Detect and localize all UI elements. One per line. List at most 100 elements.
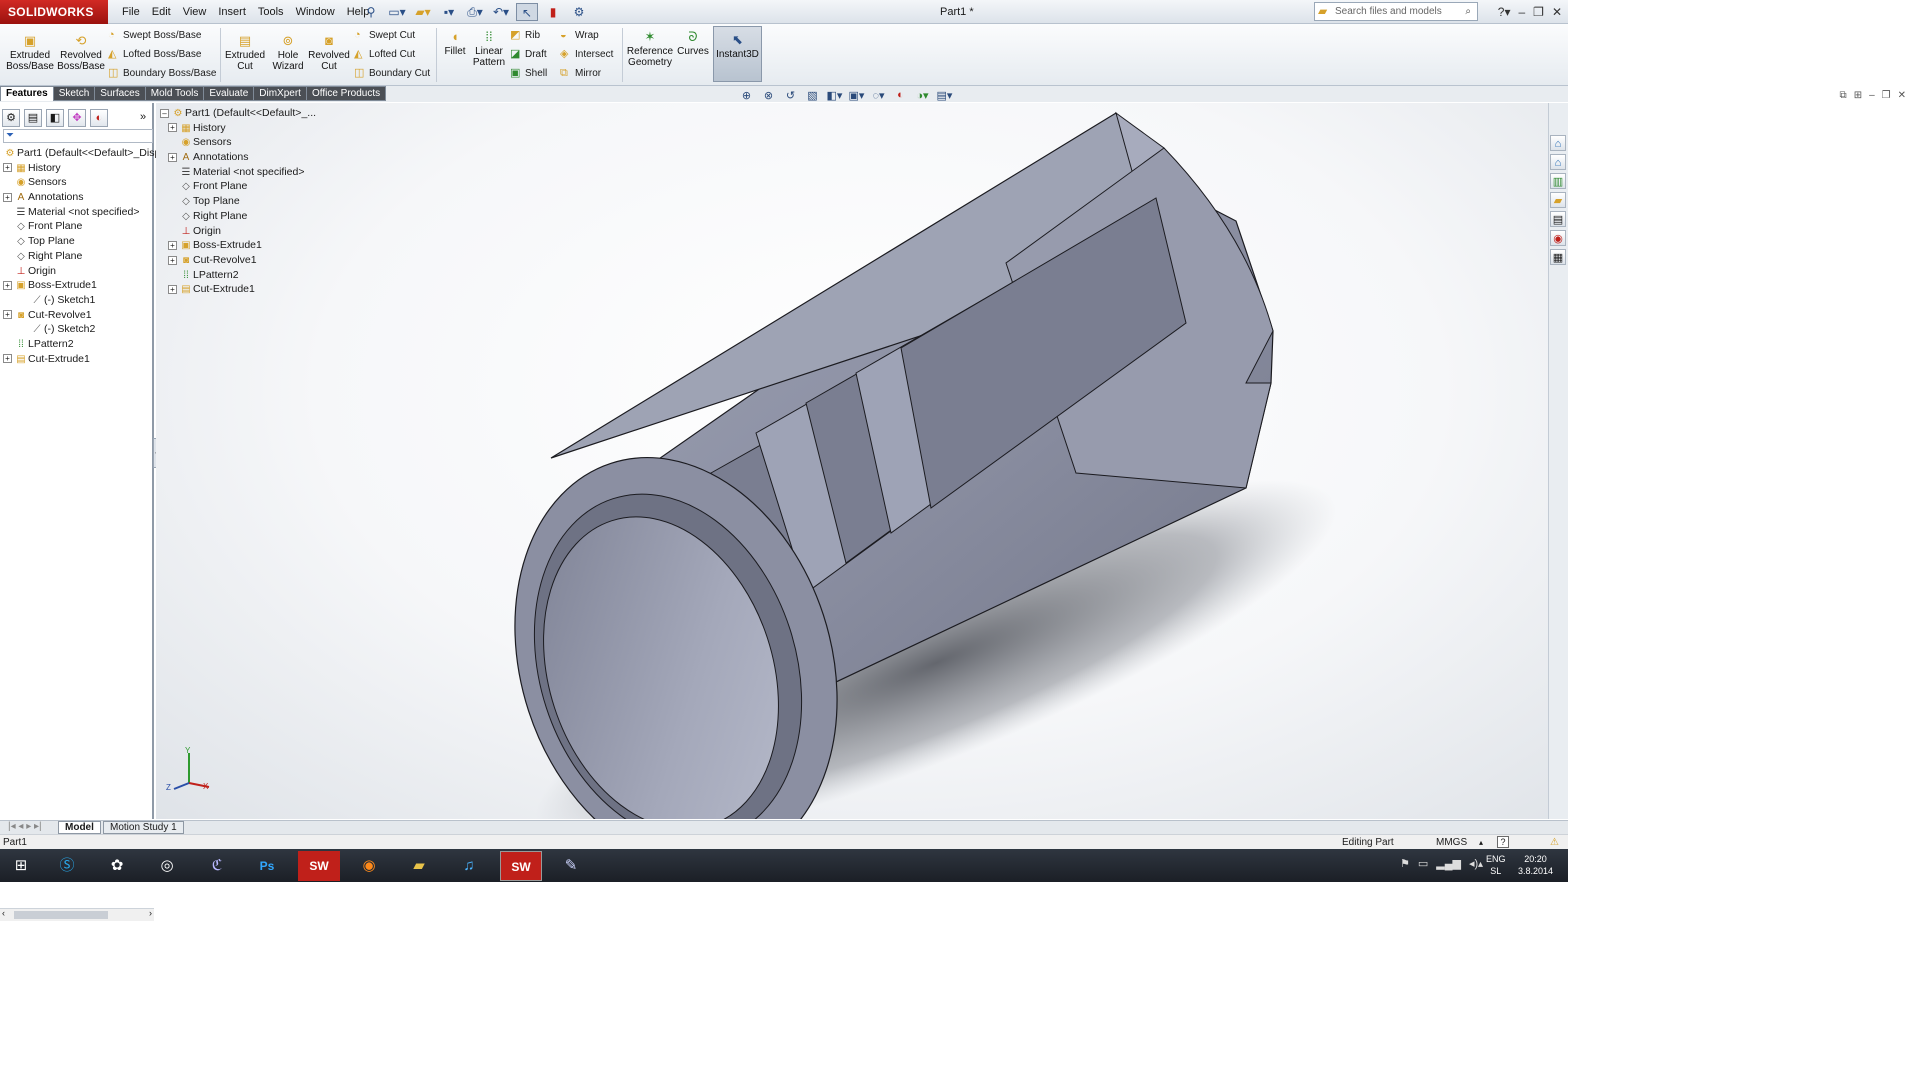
expand-icon[interactable]: +	[168, 284, 177, 294]
expand-icon[interactable]: +	[168, 123, 177, 133]
tab-motion-study[interactable]: Motion Study 1	[103, 821, 184, 834]
zoom-to-fit-icon[interactable]: ⊕	[738, 89, 755, 102]
fillet-button[interactable]: ◖ Fillet	[440, 28, 470, 58]
photoshop-icon[interactable]: Ps	[246, 851, 288, 881]
tab-surfaces[interactable]: Surfaces	[95, 86, 146, 101]
steam-icon[interactable]: ◎	[146, 851, 188, 881]
solidworks-active-taskbar-icon[interactable]: SW	[500, 851, 542, 881]
tree-item[interactable]: ◇ Front Plane	[3, 219, 160, 234]
expand-icon[interactable]: +	[168, 255, 177, 265]
boundary-boss-button[interactable]: ◫ Boundary Boss/Base	[108, 66, 216, 81]
flyout-tree-item[interactable]: ⁞⁞ LPattern2	[160, 268, 316, 283]
tree-item[interactable]: ◉ Sensors	[3, 175, 160, 190]
volume-icon[interactable]: ◂)	[1469, 857, 1478, 870]
dimxpert-manager-tab-icon[interactable]: ✥	[68, 109, 86, 127]
viewport-restore-icon[interactable]: ❐	[1882, 90, 1891, 101]
tree-item[interactable]: ⟋ (-) Sketch1	[3, 293, 160, 308]
options-icon[interactable]: ⚙	[568, 3, 590, 21]
select-icon[interactable]: ↖	[516, 3, 538, 21]
revolved-cut-button[interactable]: ◙ Revolved Cut	[308, 32, 350, 73]
menu-insert[interactable]: Insert	[212, 0, 252, 24]
help-status-icon[interactable]: ?	[1497, 836, 1509, 848]
restore-icon[interactable]: ❐	[1533, 0, 1544, 24]
scroll-left-icon[interactable]: ‹	[2, 908, 5, 918]
viewport-minimize-icon[interactable]: –	[1869, 90, 1875, 101]
tab-features[interactable]: Features	[0, 86, 54, 101]
tab-evaluate[interactable]: Evaluate	[204, 86, 255, 101]
expand-icon[interactable]: +	[3, 192, 12, 202]
flyout-tree-item[interactable]: + ▣ Boss-Extrude1	[160, 238, 316, 253]
tree-item[interactable]: + ◙ Cut-Revolve1	[3, 308, 160, 323]
mirror-button[interactable]: ⧉ Mirror	[560, 66, 601, 81]
menu-file[interactable]: File	[116, 0, 146, 24]
close-icon[interactable]: ✕	[1552, 0, 1562, 24]
flyout-tree-item[interactable]: ◉ Sensors	[160, 135, 316, 150]
collapse-icon[interactable]: –	[160, 108, 169, 118]
skype-icon[interactable]: Ⓢ	[46, 851, 88, 881]
lofted-boss-button[interactable]: ◭ Lofted Boss/Base	[108, 47, 201, 62]
home-icon[interactable]: ⌂	[1550, 154, 1566, 170]
flyout-tree-item[interactable]: ☰ Material <not specified>	[160, 165, 316, 180]
flyout-tree-item[interactable]: ⊥ Origin	[160, 224, 316, 239]
view-palette-icon[interactable]: ▤	[1550, 211, 1566, 227]
configuration-manager-tab-icon[interactable]: ◧	[46, 109, 64, 127]
view-orientation-icon[interactable]: ◧▾	[826, 89, 843, 102]
menu-tools[interactable]: Tools	[252, 0, 290, 24]
language-indicator[interactable]: ENG SL	[1486, 853, 1506, 877]
resources-icon[interactable]: ⌂	[1550, 135, 1566, 151]
new-icon[interactable]: ▭▾	[386, 3, 408, 21]
swept-boss-button[interactable]: ◔ Swept Boss/Base	[108, 28, 201, 43]
tab-model[interactable]: Model	[58, 821, 101, 834]
windows-start-icon[interactable]: ⊞	[0, 851, 42, 881]
tree-item[interactable]: + ▤ Cut-Extrude1	[3, 352, 160, 367]
tree-item[interactable]: ⊥ Origin	[3, 264, 160, 279]
previous-view-icon[interactable]: ↺	[782, 89, 799, 102]
section-view-icon[interactable]: ▧	[804, 89, 821, 102]
boundary-cut-button[interactable]: ◫ Boundary Cut	[354, 66, 430, 81]
menu-edit[interactable]: Edit	[146, 0, 177, 24]
tree-item[interactable]: ☰ Material <not specified>	[3, 205, 160, 220]
scroll-right-icon[interactable]: ›	[149, 908, 152, 918]
units-dropdown-icon[interactable]: ▴	[1479, 835, 1483, 850]
file-explorer-taskbar-icon[interactable]: ▰	[398, 851, 440, 881]
expand-icon[interactable]: +	[3, 310, 12, 320]
tree-root[interactable]: ⚙ Part1 (Default<<Default>_Disp	[3, 146, 161, 161]
custom-properties-icon[interactable]: ▦	[1550, 249, 1566, 265]
itunes-icon[interactable]: ♫	[448, 851, 490, 881]
swept-cut-button[interactable]: ◔ Swept Cut	[354, 28, 415, 43]
rib-button[interactable]: ◩ Rib	[510, 28, 540, 43]
tree-item[interactable]: ⁞⁞ LPattern2	[3, 337, 160, 352]
status-units[interactable]: MMGS	[1436, 835, 1467, 850]
flyout-tree-item[interactable]: + ▦ History	[160, 121, 316, 136]
menu-view[interactable]: View	[177, 0, 213, 24]
expand-panel-icon[interactable]: »	[134, 109, 152, 127]
edit-appearance-icon[interactable]: ◐	[892, 89, 909, 102]
minimize-icon[interactable]: –	[1518, 0, 1525, 24]
undo-icon[interactable]: ↶▾	[490, 3, 512, 21]
solidworks-logo[interactable]: SOLIDWORKS	[0, 0, 108, 24]
search-icon[interactable]: ⌕	[1465, 3, 1471, 20]
app-icon[interactable]: ✿	[96, 851, 138, 881]
open-icon[interactable]: ▰▾	[412, 3, 434, 21]
draft-button[interactable]: ◪ Draft	[510, 47, 547, 62]
revolved-boss-button[interactable]: ⟲ Revolved Boss/Base	[56, 32, 106, 73]
print-icon[interactable]: ⎙▾	[464, 3, 486, 21]
file-explorer-icon[interactable]: ▰	[1550, 192, 1566, 208]
tree-item[interactable]: + A Annotations	[3, 190, 160, 205]
flyout-tree-item[interactable]: + A Annotations	[160, 150, 316, 165]
property-manager-tab-icon[interactable]: ▤	[24, 109, 42, 127]
expand-icon[interactable]: +	[3, 163, 12, 173]
apply-scene-icon[interactable]: ◑▾	[914, 89, 931, 102]
reference-geometry-button[interactable]: ✶ Reference Geometry	[626, 28, 674, 69]
rebuild-icon[interactable]: ▮	[542, 3, 564, 21]
search-input[interactable]: Search files and models	[1335, 6, 1442, 17]
shell-button[interactable]: ▣ Shell	[510, 66, 547, 81]
hole-wizard-button[interactable]: ⊚ Hole Wizard	[268, 32, 308, 73]
display-manager-tab-icon[interactable]: ◐	[90, 109, 108, 127]
instant3d-button[interactable]: ⬉ Instant3D	[713, 26, 762, 82]
viewport-close-icon[interactable]: ✕	[1898, 90, 1906, 101]
flyout-tree-item[interactable]: + ◙ Cut-Revolve1	[160, 253, 316, 268]
tree-item[interactable]: ⟋ (-) Sketch2	[3, 322, 160, 337]
tab-dimxpert[interactable]: DimXpert	[254, 86, 307, 101]
flyout-tree-item[interactable]: ◇ Front Plane	[160, 179, 316, 194]
